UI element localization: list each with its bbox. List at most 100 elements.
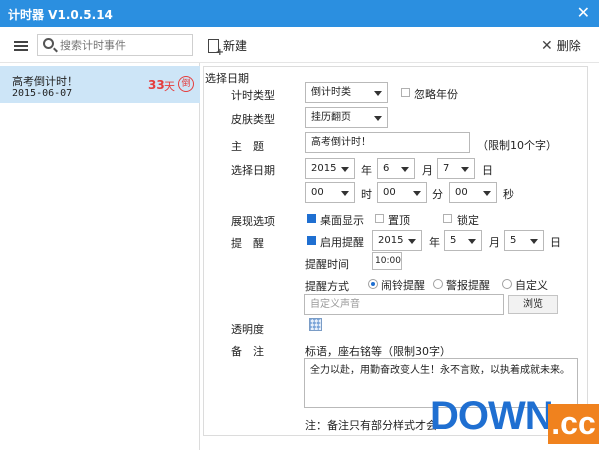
section-title: 选择日期 (205, 72, 249, 85)
new-document-icon (208, 38, 224, 58)
lock-label: 锁定 (457, 214, 479, 227)
second-unit: 秒 (503, 188, 514, 201)
new-button-label: 新建 (223, 39, 248, 53)
subject-value: 高考倒计时！ (311, 137, 371, 148)
reminder-year-select[interactable]: 2015 (372, 230, 422, 251)
event-name: 高考倒计时！ (12, 75, 78, 88)
toolbar: 新建 ✕ 删除 (0, 27, 599, 63)
chevron-down-icon (483, 191, 491, 196)
custom-radio[interactable] (502, 279, 512, 289)
footnote: 注：备注只有部分样式才会 (305, 419, 437, 432)
alarm-bell-radio[interactable] (368, 279, 378, 289)
skin-type-select[interactable]: 挂历翻页 (305, 107, 388, 128)
hour-select[interactable]: 00 (305, 182, 355, 203)
month-value: 6 (383, 163, 390, 174)
close-x-icon: ✕ (541, 37, 553, 54)
month-unit: 月 (422, 164, 433, 177)
display-options-label: 展现选项 (231, 215, 275, 228)
day-value: 7 (443, 163, 450, 174)
search-box[interactable] (37, 34, 193, 56)
minute-select[interactable]: 00 (377, 182, 427, 203)
countdown-badge: 倒 (178, 76, 194, 92)
subject-label: 主 题 (231, 140, 264, 153)
timer-type-label: 计时类型 (231, 89, 275, 102)
reminder-time-value: 10:00 (375, 256, 401, 266)
skin-type-label: 皮肤类型 (231, 113, 275, 126)
chevron-down-icon (468, 239, 476, 244)
custom-sound-placeholder: 自定义声音 (310, 299, 360, 310)
enable-reminder-label: 启用提醒 (320, 236, 364, 249)
alert-label: 警报提醒 (446, 279, 490, 292)
alarm-bell-label: 闹铃提醒 (381, 279, 425, 292)
enable-reminder-checkbox[interactable] (307, 236, 316, 245)
desktop-display-checkbox[interactable] (307, 214, 316, 223)
day-unit: 日 (482, 164, 493, 177)
second-select[interactable]: 00 (449, 182, 497, 203)
reminder-mode-label: 提醒方式 (305, 280, 349, 293)
watermark-logo: DOWN .cc (430, 394, 599, 450)
subject-input[interactable]: 高考倒计时！ (305, 132, 470, 153)
window-title: 计时器 V1.0.5.14 (8, 8, 113, 22)
reminder-label: 提 醒 (231, 237, 264, 250)
chevron-down-icon (461, 167, 469, 172)
chevron-down-icon (374, 116, 382, 121)
list-item[interactable]: 高考倒计时！ 2015-06-07 33 天 倒 (0, 66, 200, 103)
month-select[interactable]: 6 (377, 158, 415, 179)
opacity-label: 透明度 (231, 323, 264, 336)
chevron-down-icon (341, 191, 349, 196)
menu-icon[interactable] (14, 41, 28, 51)
reminder-year-value: 2015 (378, 235, 404, 246)
chevron-down-icon (374, 91, 382, 96)
ignore-year-checkbox[interactable] (401, 88, 410, 97)
search-input[interactable] (60, 37, 188, 53)
desktop-display-label: 桌面显示 (320, 214, 364, 227)
delete-button[interactable]: ✕ 删除 (541, 37, 581, 54)
close-icon[interactable]: ✕ (577, 3, 590, 22)
day-select[interactable]: 7 (437, 158, 475, 179)
hour-value: 00 (311, 187, 324, 198)
minute-value: 00 (383, 187, 396, 198)
reminder-day-select[interactable]: 5 (504, 230, 544, 251)
year-unit: 年 (361, 164, 372, 177)
reminder-month-unit: 月 (489, 236, 500, 249)
browse-button[interactable]: 浏览 (508, 295, 558, 314)
ignore-year-label: 忽略年份 (414, 88, 458, 101)
search-icon (43, 38, 54, 49)
chevron-down-icon (413, 191, 421, 196)
timer-type-value: 倒计时类 (311, 87, 351, 98)
timer-type-select[interactable]: 倒计时类 (305, 82, 388, 103)
chevron-down-icon (530, 239, 538, 244)
custom-sound-input[interactable]: 自定义声音 (304, 294, 504, 315)
minute-unit: 分 (432, 188, 443, 201)
reminder-day-unit: 日 (550, 236, 561, 249)
chevron-down-icon (408, 239, 416, 244)
opacity-pattern-icon[interactable] (309, 318, 322, 331)
reminder-time-label: 提醒时间 (305, 258, 349, 271)
lock-checkbox[interactable] (443, 214, 452, 223)
year-value: 2015 (311, 163, 337, 174)
skin-type-value: 挂历翻页 (311, 112, 351, 123)
reminder-time-input[interactable]: 10:00 (372, 252, 402, 270)
select-date-label: 选择日期 (231, 164, 275, 177)
pin-top-checkbox[interactable] (375, 214, 384, 223)
delete-button-label: 删除 (556, 39, 581, 53)
alert-radio[interactable] (433, 279, 443, 289)
second-value: 00 (455, 187, 468, 198)
remark-hint: 标语，座右铭等（限制30字） (305, 345, 451, 358)
event-days-count: 33 (148, 78, 165, 92)
chevron-down-icon (341, 167, 349, 172)
watermark-brand: DOWN (430, 394, 554, 438)
event-date: 2015-06-07 (12, 88, 73, 99)
event-list: 高考倒计时！ 2015-06-07 33 天 倒 (0, 63, 200, 450)
remark-value: 全力以赴，用勤奋改变人生！永不言败，以执着成就未来。 (310, 365, 570, 376)
hour-unit: 时 (361, 188, 372, 201)
year-select[interactable]: 2015 (305, 158, 355, 179)
pin-top-label: 置顶 (388, 214, 410, 227)
event-days-unit: 天 (164, 80, 175, 93)
remark-label: 备 注 (231, 345, 264, 358)
reminder-month-select[interactable]: 5 (444, 230, 482, 251)
chevron-down-icon (401, 167, 409, 172)
title-bar: 计时器 V1.0.5.14 ✕ (0, 0, 599, 27)
new-button[interactable]: 新建 (208, 37, 248, 58)
watermark-suffix: .cc (548, 404, 599, 444)
